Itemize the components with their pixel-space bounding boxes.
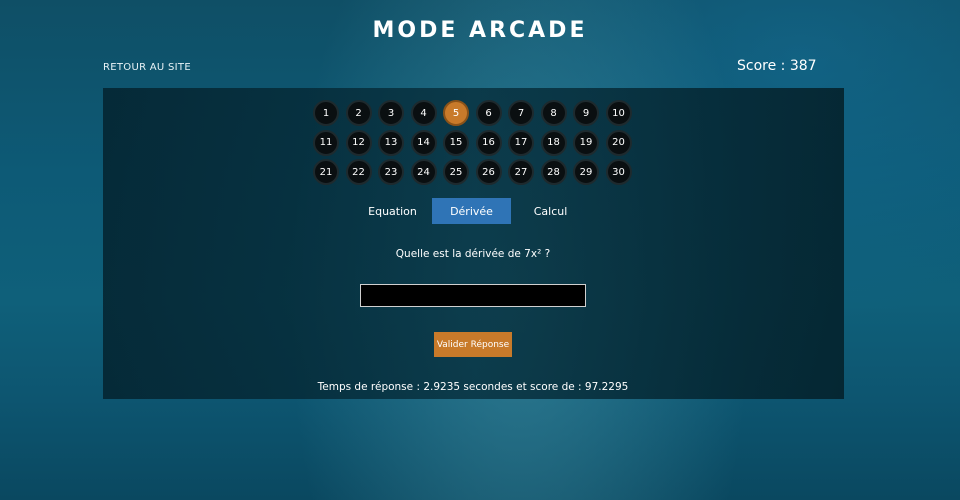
answer-input[interactable] <box>360 284 586 307</box>
level-button[interactable]: 27 <box>508 159 534 185</box>
level-button[interactable]: 24 <box>410 159 437 185</box>
level-button[interactable]: 25 <box>443 159 469 185</box>
back-to-site-link[interactable]: RETOUR AU SITE <box>103 62 191 73</box>
level-button[interactable]: 2 <box>345 100 372 126</box>
level-button[interactable]: 26 <box>475 159 502 185</box>
level-button[interactable]: 13 <box>378 129 404 156</box>
result-text: Temps de réponse : 2.9235 secondes et sc… <box>317 381 629 393</box>
level-button[interactable]: 18 <box>540 129 567 156</box>
page-title: MODE ARCADE <box>372 18 588 43</box>
level-button[interactable]: 30 <box>605 159 632 185</box>
level-button[interactable]: 10 <box>605 100 632 126</box>
level-button[interactable]: 14 <box>410 129 437 156</box>
level-button[interactable]: 3 <box>378 100 404 126</box>
level-button[interactable]: 7 <box>508 100 534 126</box>
category-tabs: Equation Dérivée Calcul <box>353 198 590 224</box>
level-grid: 1 2 3 4 5 6 7 8 9 10 11 12 13 14 15 16 17 18 19 20 21 22 23 24 2… <box>313 100 637 185</box>
question-text: Quelle est la dérivée de 7x² ? <box>395 248 551 260</box>
level-button[interactable]: 6 <box>475 100 502 126</box>
tab-equation[interactable]: Equation <box>353 198 432 224</box>
tab-calcul[interactable]: Calcul <box>511 198 590 224</box>
tab-derivee[interactable]: Dérivée <box>432 198 511 224</box>
level-button[interactable]: 22 <box>345 159 372 185</box>
level-button[interactable]: 8 <box>540 100 567 126</box>
level-button[interactable]: 20 <box>605 129 632 156</box>
level-button[interactable]: 5 <box>443 100 469 126</box>
score-display: Score : 387 <box>737 58 817 74</box>
level-button[interactable]: 23 <box>378 159 404 185</box>
level-button[interactable]: 17 <box>508 129 534 156</box>
level-button[interactable]: 16 <box>475 129 502 156</box>
level-button[interactable]: 28 <box>540 159 567 185</box>
level-button[interactable]: 4 <box>410 100 437 126</box>
level-button[interactable]: 1 <box>313 100 339 126</box>
submit-answer-button[interactable]: Valider Réponse <box>434 332 512 357</box>
level-button[interactable]: 12 <box>345 129 372 156</box>
level-button[interactable]: 15 <box>443 129 469 156</box>
level-button[interactable]: 19 <box>573 129 599 156</box>
level-button[interactable]: 11 <box>313 129 339 156</box>
level-button[interactable]: 21 <box>313 159 339 185</box>
level-button[interactable]: 29 <box>573 159 599 185</box>
level-button[interactable]: 9 <box>573 100 599 126</box>
